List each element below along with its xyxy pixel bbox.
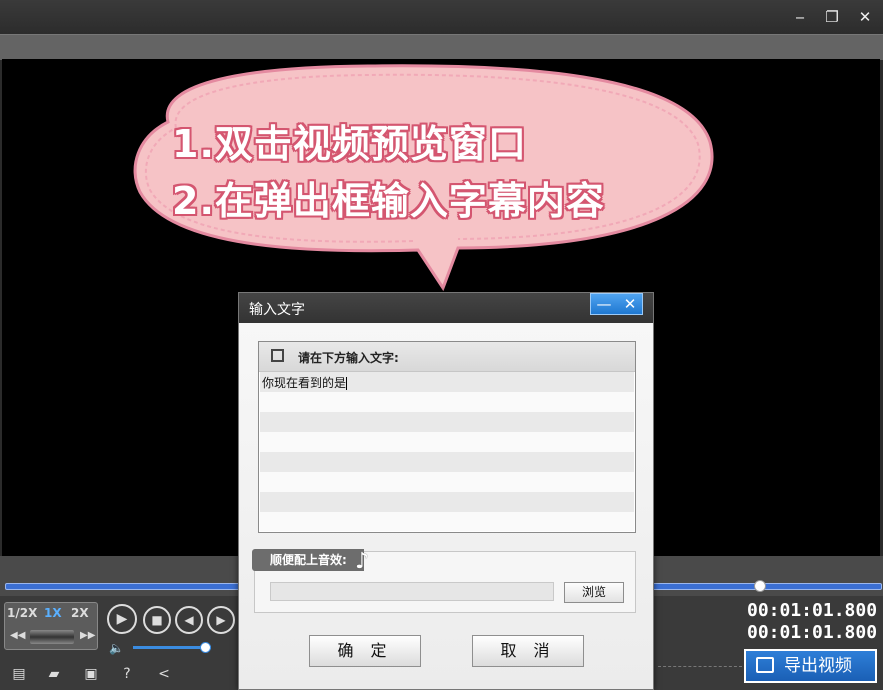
dialog-title-bar: 输入文字 — ✕ [239,293,653,323]
edit-icon [271,349,284,362]
typed-text: 你现在看到的是 [262,376,348,390]
text-input-area[interactable]: 请在下方输入文字: 你现在看到的是 [258,341,636,533]
music-note-icon: ♪ [355,549,370,574]
open-folder-icon[interactable]: ▰ [45,665,63,683]
dialog-title: 输入文字 [249,302,305,318]
text-caret [346,377,348,390]
volume-icon[interactable]: 🔈 [109,641,124,655]
text-line[interactable] [260,492,634,512]
text-line[interactable] [260,452,634,472]
export-video-button[interactable]: 导出视频 [744,649,877,683]
next-frame-icon[interactable]: ▶ [207,606,235,634]
total-time: 00:01:01.800 [747,622,878,643]
volume-handle[interactable] [199,642,211,653]
share-icon[interactable]: < [155,665,173,683]
close-icon[interactable]: ✕ [855,7,875,27]
callout-line-2: 2.在弹出框输入字幕内容 [172,179,605,223]
title-bar: ‒ ❐ ✕ [0,0,883,34]
jog-slider[interactable] [30,630,74,644]
sound-effect-path-field[interactable] [270,582,554,601]
browse-button[interactable]: 浏览 [564,582,624,603]
text-line[interactable] [260,392,634,412]
rewind-icon[interactable]: ◀◀ [10,630,25,641]
restore-icon[interactable]: ❐ [822,7,842,27]
stop-icon[interactable]: ■ [143,606,171,634]
speed-half[interactable]: 1/2X [7,606,37,620]
speed-2x[interactable]: 2X [71,606,89,620]
divider [658,666,742,667]
dialog-window-buttons: — ✕ [590,293,643,315]
export-label: 导出视频 [784,656,852,676]
input-header-label: 请在下方输入文字: [298,351,399,365]
speed-1x[interactable]: 1X [44,606,62,620]
input-text-dialog: 输入文字 — ✕ 请在下方输入文字: 你现在看到的是 顺便配上音效: ♪ 浏览 … [238,292,654,690]
dialog-body: 请在下方输入文字: 你现在看到的是 顺便配上音效: ♪ 浏览 确 定 取 消 [239,323,653,689]
minimize-icon[interactable]: ‒ [790,7,810,27]
dialog-minimize-icon[interactable]: — [591,294,617,314]
help-icon[interactable]: ? [118,665,136,683]
fast-forward-icon[interactable]: ▶▶ [80,630,95,641]
top-strip [0,34,883,60]
confirm-button[interactable]: 确 定 [309,635,421,667]
cancel-button[interactable]: 取 消 [472,635,584,667]
current-time: 00:01:01.800 [747,600,878,621]
text-line[interactable] [260,412,634,432]
callout-line-1: 1.双击视频预览窗口 [172,122,527,166]
previous-frame-icon[interactable]: ◀ [175,606,203,634]
export-icon [756,657,774,673]
text-line[interactable] [260,472,634,492]
text-line[interactable] [260,432,634,452]
play-icon[interactable]: ▶ [107,604,137,634]
text-line[interactable] [260,512,634,531]
dialog-close-icon[interactable]: ✕ [617,294,643,314]
save-icon[interactable]: ▣ [82,665,100,683]
sound-effect-label: 顺便配上音效: [252,549,364,571]
input-header: 请在下方输入文字: [259,342,635,372]
text-line[interactable]: 你现在看到的是 [260,372,634,392]
new-project-icon[interactable]: ▤ [10,665,28,683]
